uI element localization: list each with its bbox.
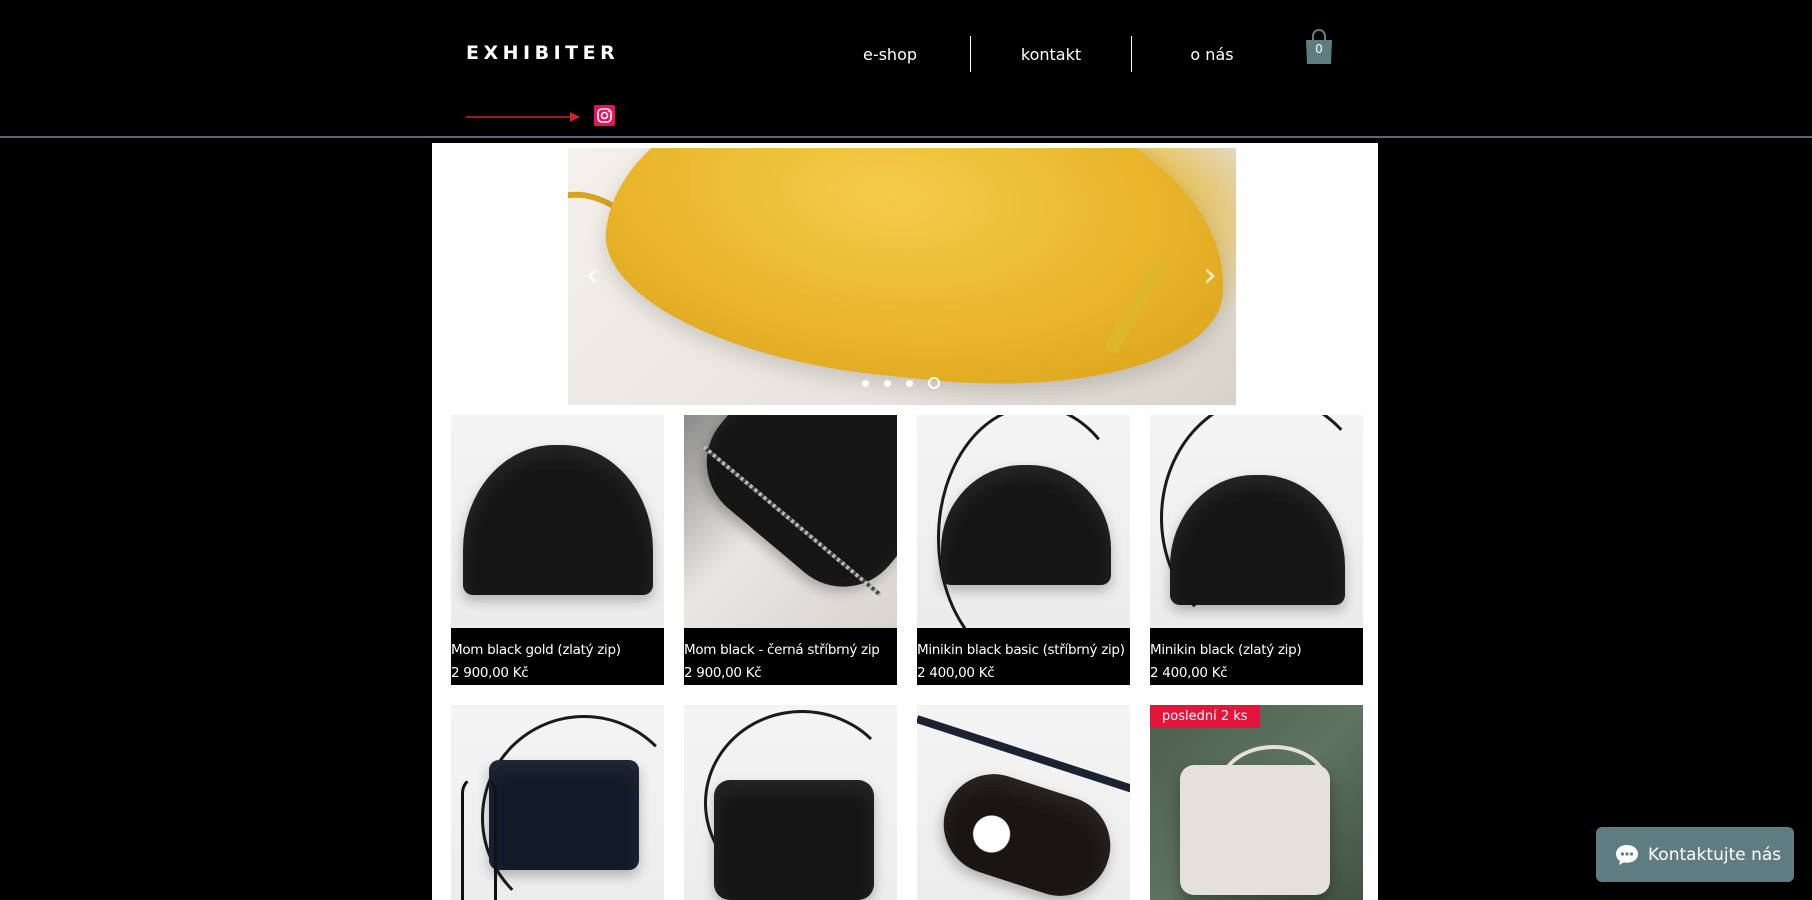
product-price: 2 400,00 Kč: [917, 665, 995, 681]
main-content: ‹ › Mom black gold (zlatý zip) 2 900,00 …: [432, 143, 1378, 900]
product-name[interactable]: Mom black - černá stříbrný zip: [684, 628, 897, 658]
chevron-left-icon[interactable]: ‹: [582, 258, 602, 292]
product-name[interactable]: Minikin black basic (stříbrný zip): [917, 628, 1130, 658]
arrow-right-icon: [466, 112, 580, 122]
product-card[interactable]: Minikin black (zlatý zip) 2 400,00 Kč: [1150, 415, 1363, 685]
cart-button[interactable]: 0: [1304, 28, 1334, 66]
nav-item-o-nas[interactable]: o nás: [1132, 36, 1292, 72]
header-divider: [0, 136, 1812, 138]
product-ribbon: poslední 2 ks: [1150, 705, 1260, 728]
product-image[interactable]: [684, 705, 897, 900]
product-price: 2 400,00 Kč: [1150, 665, 1228, 681]
product-image[interactable]: [917, 705, 1130, 900]
product-price: 2 900,00 Kč: [684, 665, 762, 681]
product-image[interactable]: [917, 415, 1130, 628]
instagram-icon[interactable]: [594, 105, 615, 126]
site-header: EXHIBITER e-shop kontakt o nás 0: [0, 0, 1812, 138]
product-card[interactable]: Mom black gold (zlatý zip) 2 900,00 Kč: [451, 415, 664, 685]
nav-item-eshop[interactable]: e-shop: [810, 36, 970, 72]
product-info: Mom black - černá stříbrný zip 2 900,00 …: [684, 628, 897, 685]
main-nav: e-shop kontakt o nás: [810, 36, 1292, 72]
chevron-right-icon[interactable]: ›: [1200, 258, 1220, 292]
product-info: Minikin black basic (stříbrný zip) 2 400…: [917, 628, 1130, 685]
product-image[interactable]: [1150, 415, 1363, 628]
slider-dots: [862, 377, 940, 389]
product-image[interactable]: [684, 415, 897, 628]
product-card[interactable]: [451, 705, 664, 900]
slider-dot[interactable]: [862, 379, 869, 387]
slider-dot[interactable]: [884, 379, 891, 387]
product-card[interactable]: Minikin black basic (stříbrný zip) 2 400…: [917, 415, 1130, 685]
product-card[interactable]: [917, 705, 1130, 900]
chat-label: Kontaktujte nás: [1648, 844, 1782, 865]
cart-count: 0: [1315, 42, 1323, 56]
nav-item-kontakt[interactable]: kontakt: [971, 36, 1131, 72]
slider-dot-active[interactable]: [928, 377, 940, 389]
slider-dot[interactable]: [906, 379, 913, 387]
slide-image: [568, 148, 1236, 405]
product-card[interactable]: [684, 705, 897, 900]
product-name[interactable]: Mom black gold (zlatý zip): [451, 628, 664, 658]
product-card[interactable]: poslední 2 ks: [1150, 705, 1363, 900]
product-image[interactable]: poslední 2 ks: [1150, 705, 1363, 900]
product-name[interactable]: Minikin black (zlatý zip): [1150, 628, 1363, 658]
product-image[interactable]: [451, 705, 664, 900]
hero-slider[interactable]: ‹ ›: [568, 148, 1236, 405]
chat-button[interactable]: Kontaktujte nás: [1596, 827, 1794, 882]
chat-bubble-icon: [1616, 844, 1638, 865]
product-price: 2 900,00 Kč: [451, 665, 529, 681]
product-info: Minikin black (zlatý zip) 2 400,00 Kč: [1150, 628, 1363, 685]
product-image[interactable]: [451, 415, 664, 628]
product-card[interactable]: Mom black - černá stříbrný zip 2 900,00 …: [684, 415, 897, 685]
product-info: Mom black gold (zlatý zip) 2 900,00 Kč: [451, 628, 664, 685]
site-logo[interactable]: EXHIBITER: [466, 42, 619, 64]
